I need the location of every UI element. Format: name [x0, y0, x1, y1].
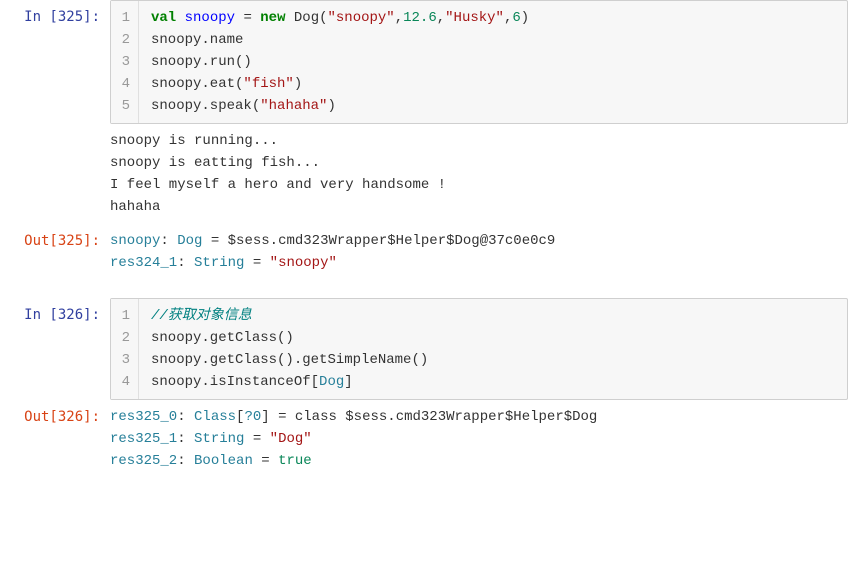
line-number: 2 — [119, 327, 130, 349]
line-number: 3 — [119, 349, 130, 371]
cell-input: In [326]:1234//获取对象信息snoopy.getClass()sn… — [0, 298, 848, 400]
code-line[interactable]: //获取对象信息 — [151, 305, 835, 327]
output-prompt: Out[325]: — [0, 224, 110, 258]
result-text: res325_0: Class[?0] = class $sess.cmd323… — [110, 400, 597, 478]
code-lines[interactable]: val snoopy = new Dog("snoopy",12.6,"Husk… — [139, 1, 847, 123]
code-line[interactable]: snoopy.isInstanceOf[Dog] — [151, 371, 835, 393]
code-line[interactable]: snoopy.run() — [151, 51, 835, 73]
line-number-gutter: 1234 — [111, 299, 139, 399]
output-prompt: Out[326]: — [0, 400, 110, 434]
code-line[interactable]: snoopy.getClass().getSimpleName() — [151, 349, 835, 371]
stdout-text: snoopy is running... snoopy is eatting f… — [110, 124, 446, 224]
code-line[interactable]: snoopy.getClass() — [151, 327, 835, 349]
cell-stdout: snoopy is running... snoopy is eatting f… — [0, 124, 848, 224]
line-number: 1 — [119, 7, 130, 29]
code-line[interactable]: val snoopy = new Dog("snoopy",12.6,"Husk… — [151, 7, 835, 29]
line-number: 2 — [119, 29, 130, 51]
result-text: snoopy: Dog = $sess.cmd323Wrapper$Helper… — [110, 224, 555, 280]
code-line[interactable]: snoopy.speak("hahaha") — [151, 95, 835, 117]
code-lines[interactable]: //获取对象信息snoopy.getClass()snoopy.getClass… — [139, 299, 847, 399]
code-line[interactable]: snoopy.eat("fish") — [151, 73, 835, 95]
line-number: 1 — [119, 305, 130, 327]
line-number: 4 — [119, 371, 130, 393]
line-number-gutter: 12345 — [111, 1, 139, 123]
line-number: 4 — [119, 73, 130, 95]
line-number: 5 — [119, 95, 130, 117]
line-number: 3 — [119, 51, 130, 73]
cell-output: Out[325]:snoopy: Dog = $sess.cmd323Wrapp… — [0, 224, 848, 280]
code-editor[interactable]: 1234//获取对象信息snoopy.getClass()snoopy.getC… — [110, 298, 848, 400]
input-prompt: In [325]: — [0, 0, 110, 34]
code-editor[interactable]: 12345 val snoopy = new Dog("snoopy",12.6,… — [110, 0, 848, 124]
cell-output: Out[326]:res325_0: Class[?0] = class $se… — [0, 400, 848, 478]
input-prompt: In [326]: — [0, 298, 110, 332]
cell-input: In [325]:12345val snoopy = new Dog("snoo… — [0, 0, 848, 124]
code-line[interactable]: snoopy.name — [151, 29, 835, 51]
